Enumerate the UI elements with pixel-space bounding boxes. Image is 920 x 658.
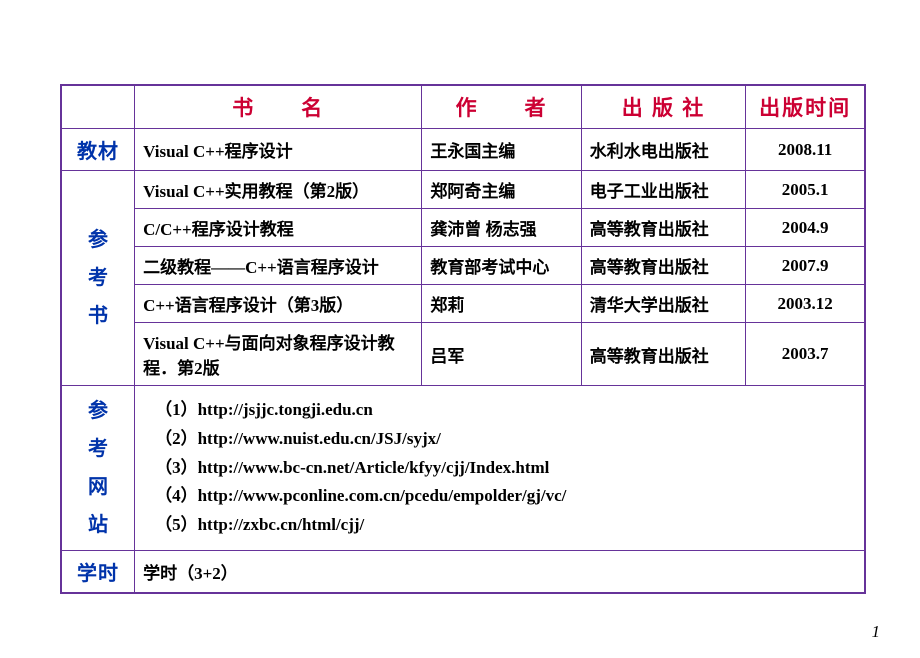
ref-publisher: 高等教育出版社 bbox=[581, 323, 745, 386]
ref-publisher: 电子工业出版社 bbox=[581, 171, 745, 209]
ref-pubtime: 2007.9 bbox=[746, 247, 865, 285]
ref-publisher: 高等教育出版社 bbox=[581, 247, 745, 285]
ref-name: Visual C++与面向对象程序设计教程．第2版 bbox=[135, 323, 422, 386]
header-pubtime: 出版时间 bbox=[746, 85, 865, 129]
site-link: （5）http://zxbc.cn/html/cjj/ bbox=[155, 511, 856, 540]
ref-name: Visual C++实用教程（第2版） bbox=[135, 171, 422, 209]
ref-author: 郑莉 bbox=[422, 285, 581, 323]
sites-cell: （1）http://jsjjc.tongji.edu.cn （2）http://… bbox=[135, 386, 865, 551]
table-row: C/C++程序设计教程 龚沛曾 杨志强 高等教育出版社 2004.9 bbox=[61, 209, 865, 247]
ref-name: C/C++程序设计教程 bbox=[135, 209, 422, 247]
ref-pubtime: 2005.1 bbox=[746, 171, 865, 209]
label-refsite-c2: 考 bbox=[88, 438, 108, 460]
ref-pubtime: 2003.7 bbox=[746, 323, 865, 386]
ref-author: 吕军 bbox=[422, 323, 581, 386]
header-publisher: 出 版 社 bbox=[581, 85, 745, 129]
sites-row: 参 考 网 站 （1）http://jsjjc.tongji.edu.cn （2… bbox=[61, 386, 865, 551]
textbook-name: Visual C++程序设计 bbox=[135, 129, 422, 171]
table-row: C++语言程序设计（第3版） 郑莉 清华大学出版社 2003.12 bbox=[61, 285, 865, 323]
ref-name: C++语言程序设计（第3版） bbox=[135, 285, 422, 323]
ref-pubtime: 2004.9 bbox=[746, 209, 865, 247]
ref-pubtime: 2003.12 bbox=[746, 285, 865, 323]
table-row: 参 考 书 Visual C++实用教程（第2版） 郑阿奇主编 电子工业出版社 … bbox=[61, 171, 865, 209]
label-refbook-c3: 书 bbox=[88, 305, 108, 327]
site-link: （2）http://www.nuist.edu.cn/JSJ/syjx/ bbox=[155, 425, 856, 454]
textbook-author: 王永国主编 bbox=[422, 129, 581, 171]
label-refsite: 参 考 网 站 bbox=[61, 386, 135, 551]
label-refsite-c3: 网 bbox=[88, 476, 108, 498]
book-table: 书 名 作 者 出 版 社 出版时间 教材 Visual C++程序设计 王永国… bbox=[60, 84, 866, 594]
ref-author: 郑阿奇主编 bbox=[422, 171, 581, 209]
header-row: 书 名 作 者 出 版 社 出版时间 bbox=[61, 85, 865, 129]
textbook-publisher: 水利水电出版社 bbox=[581, 129, 745, 171]
textbook-row: 教材 Visual C++程序设计 王永国主编 水利水电出版社 2008.11 bbox=[61, 129, 865, 171]
reference-table: 书 名 作 者 出 版 社 出版时间 教材 Visual C++程序设计 王永国… bbox=[60, 84, 866, 594]
label-hours: 学时 bbox=[61, 551, 135, 594]
header-empty bbox=[61, 85, 135, 129]
hours-value: 学时（3+2） bbox=[135, 551, 865, 594]
table-row: Visual C++与面向对象程序设计教程．第2版 吕军 高等教育出版社 200… bbox=[61, 323, 865, 386]
label-textbook: 教材 bbox=[61, 129, 135, 171]
label-refbook-c2: 考 bbox=[88, 267, 108, 289]
hours-row: 学时 学时（3+2） bbox=[61, 551, 865, 594]
label-refsite-c4: 站 bbox=[88, 514, 108, 536]
page-number: 1 bbox=[872, 622, 881, 642]
ref-author: 教育部考试中心 bbox=[422, 247, 581, 285]
ref-publisher: 高等教育出版社 bbox=[581, 209, 745, 247]
site-link: （4）http://www.pconline.com.cn/pcedu/empo… bbox=[155, 482, 856, 511]
label-refsite-c1: 参 bbox=[88, 400, 108, 422]
ref-author: 龚沛曾 杨志强 bbox=[422, 209, 581, 247]
ref-name: 二级教程——C++语言程序设计 bbox=[135, 247, 422, 285]
ref-publisher: 清华大学出版社 bbox=[581, 285, 745, 323]
header-book: 书 名 bbox=[135, 85, 422, 129]
label-refbook-c1: 参 bbox=[88, 229, 108, 251]
textbook-pubtime: 2008.11 bbox=[746, 129, 865, 171]
site-link: （3）http://www.bc-cn.net/Article/kfyy/cjj… bbox=[155, 454, 856, 483]
site-link: （1）http://jsjjc.tongji.edu.cn bbox=[155, 396, 856, 425]
label-refbook: 参 考 书 bbox=[61, 171, 135, 386]
table-row: 二级教程——C++语言程序设计 教育部考试中心 高等教育出版社 2007.9 bbox=[61, 247, 865, 285]
header-author: 作 者 bbox=[422, 85, 581, 129]
